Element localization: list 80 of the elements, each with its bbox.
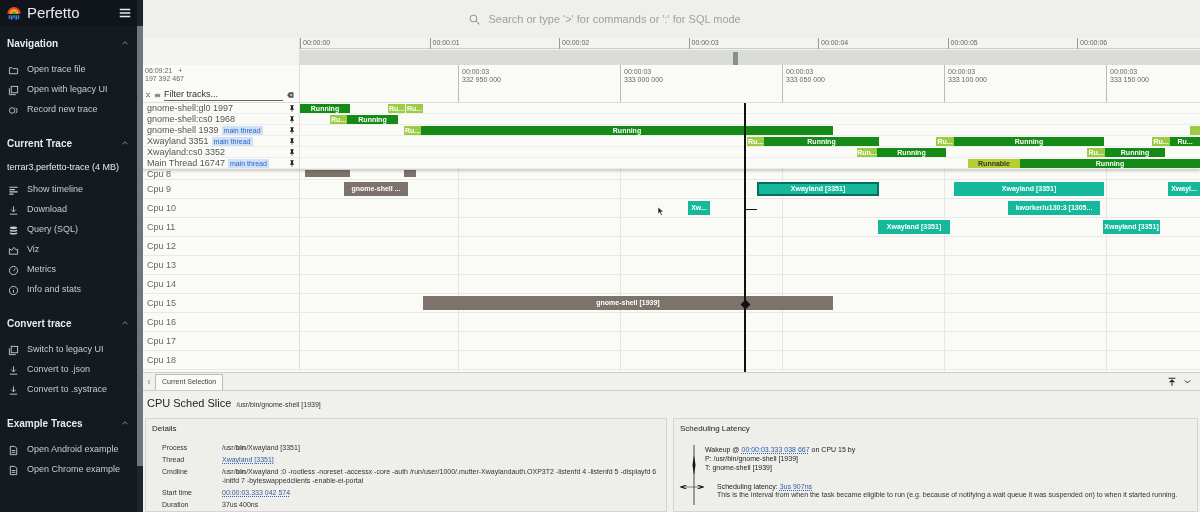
maximize-button[interactable] [1167, 376, 1177, 387]
section-header[interactable]: Current Trace [0, 134, 137, 152]
wakeup-connector [745, 209, 757, 210]
track-name: Cpu 16 [147, 317, 177, 327]
pin-button[interactable] [288, 103, 296, 113]
card-title: Scheduling Latency [680, 423, 751, 435]
copy-icon [8, 344, 19, 356]
pin-button[interactable] [288, 125, 296, 135]
sidebar-item[interactable]: Viz [0, 240, 137, 260]
logo-icon [5, 4, 23, 22]
sidebar-item[interactable]: Query (SQL) [0, 220, 137, 240]
track-name: gnome-shell:cs0 1968 [147, 114, 236, 124]
pin-button[interactable] [288, 136, 296, 146]
track-name: Cpu 10 [147, 203, 177, 213]
track-name: Cpu 13 [147, 260, 177, 270]
window-handle[interactable] [733, 52, 738, 65]
pin-button[interactable] [288, 147, 296, 157]
sidebar-item[interactable]: Convert to .json [0, 360, 137, 380]
section-header[interactable]: Convert trace [0, 314, 137, 332]
search-field[interactable]: Search or type '>' for commands or ':' for SQL mode [488, 10, 876, 28]
sidebar-item[interactable]: Open trace file [0, 60, 137, 80]
app-name: Perfetto [27, 2, 81, 23]
card-title: Details [152, 423, 178, 435]
section-header[interactable]: Navigation [0, 34, 137, 52]
filter-icon [154, 91, 161, 99]
backspace-icon [286, 91, 295, 99]
scrollbar-thumb[interactable] [137, 26, 143, 466]
track-name: Cpu 14 [147, 279, 177, 289]
clear-button[interactable] [286, 91, 295, 99]
cursor-icon [657, 205, 666, 217]
download-icon [8, 364, 19, 376]
chart-icon [8, 244, 19, 256]
menu-button[interactable] [118, 6, 132, 20]
document-icon [8, 444, 19, 456]
pin-button[interactable] [288, 158, 296, 168]
track-name: gnome-shell 1939 [147, 125, 219, 135]
menu-icon [118, 6, 132, 20]
track-name: gnome-shell:gl0 1997 [147, 103, 234, 113]
gauge-icon [8, 264, 19, 276]
sidebar-item[interactable]: Download [0, 200, 137, 220]
pin-button[interactable] [288, 114, 296, 124]
search-icon [467, 12, 481, 26]
sidebar-item[interactable]: Open Chrome example [0, 460, 137, 480]
track-name: Main Thread 16747 [147, 158, 225, 168]
filter-field[interactable]: Filter tracks... [164, 89, 283, 101]
timeline-icon [8, 184, 19, 196]
sidebar-item[interactable]: Info and stats [0, 280, 137, 300]
sidebar-item[interactable]: Metrics [0, 260, 137, 280]
download-icon [8, 384, 19, 396]
copy-icon [8, 84, 19, 96]
collapse-panel-button[interactable] [1183, 377, 1192, 386]
info-icon [8, 284, 19, 296]
track-name: Xwayland:cs0 3352 [147, 147, 226, 157]
collapse-icon [145, 91, 151, 99]
sidebar-item[interactable]: Open with legacy UI [0, 80, 137, 100]
document-icon [8, 464, 19, 476]
double-arrow-icon [678, 483, 706, 491]
trace-name: terrar3.perfetto-trace (4 MB) [6, 161, 121, 174]
download-icon [8, 204, 19, 216]
track-name: Xwayland 3351 [147, 136, 209, 146]
track-name: Cpu 17 [147, 336, 177, 346]
chevron-down-icon [1183, 377, 1192, 386]
sidebar-item[interactable]: Convert to .systrace [0, 380, 137, 400]
track-name: Cpu 15 [147, 298, 177, 308]
track-name: Cpu 9 [147, 184, 172, 194]
sidebar-item[interactable]: Switch to legacy UI [0, 340, 137, 360]
track-name: Cpu 12 [147, 241, 177, 251]
panel-title: CPU Sched Slice [147, 396, 232, 411]
sidebar-item[interactable]: Record new trace [0, 100, 137, 120]
track-name: Cpu 8 [147, 169, 172, 179]
database-icon [8, 224, 19, 236]
track-name: Cpu 18 [147, 355, 177, 365]
arrow-up-icon [1167, 376, 1177, 387]
section-header[interactable]: Example Traces [0, 414, 137, 432]
folder-icon [8, 64, 19, 76]
track-name: Cpu 11 [147, 222, 176, 232]
record-icon [8, 104, 19, 116]
sidebar-item[interactable]: Open Android example [0, 440, 137, 460]
collapse-button[interactable] [145, 91, 151, 99]
sidebar-item[interactable]: Show timeline [0, 180, 137, 200]
